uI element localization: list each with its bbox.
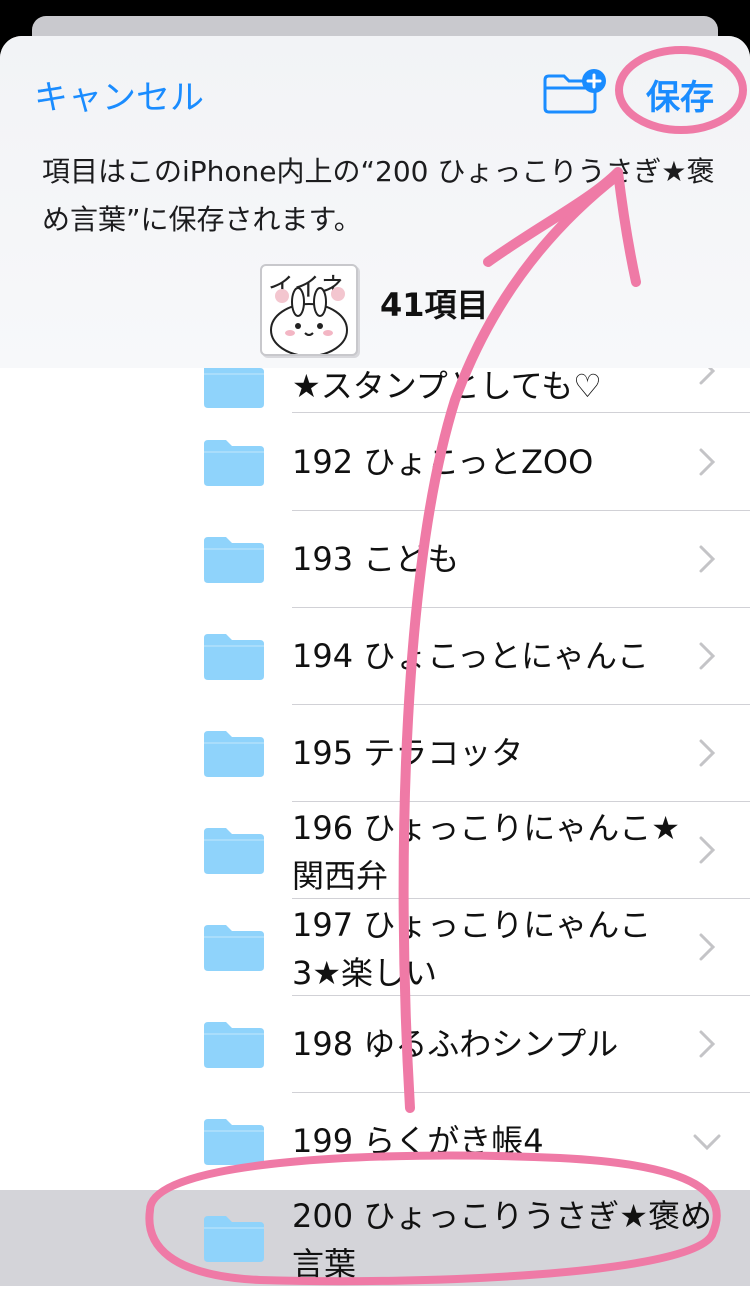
save-location-description: 項目はこのiPhone内上の“200 ひょっこりうさぎ★褒め言葉”に保存されます…	[42, 155, 715, 236]
folder-row[interactable]: 198 ゆるふわシンプル	[0, 996, 750, 1092]
folder-name: 192 ひょこっとZOO	[292, 443, 594, 481]
save-to-files-sheet: ★スタンプとしても♡ 192 ひょこっとZOO 193 こども 194 ひょこっ…	[0, 36, 750, 1291]
folder-name: 200 ひょっこりうさぎ★褒め言葉	[292, 1197, 712, 1283]
chevron-right-icon	[699, 1030, 716, 1058]
folder-icon	[204, 440, 264, 486]
folder-name: ★スタンプとしても♡	[292, 367, 602, 405]
folder-icon	[204, 925, 264, 971]
folder-row[interactable]: 195 テラコッタ	[0, 705, 750, 801]
folder-name: 197 ひょっこりにゃんこ3★楽しい	[292, 906, 652, 992]
folder-row[interactable]: 192 ひょこっとZOO	[0, 414, 750, 510]
folder-icon	[204, 731, 264, 777]
folder-row-selected[interactable]: 200 ひょっこりうさぎ★褒め言葉	[0, 1190, 750, 1286]
save-button[interactable]: 保存	[646, 70, 714, 119]
chevron-right-icon	[699, 642, 716, 670]
rabbit-sticker-image: イイネ	[268, 273, 348, 357]
item-thumbnail: イイネ	[260, 264, 358, 357]
folder-name: 194 ひょこっとにゃんこ	[292, 637, 650, 675]
folder-row[interactable]: 194 ひょこっとにゃんこ	[0, 608, 750, 704]
chevron-right-icon	[699, 836, 716, 864]
chevron-right-icon	[699, 545, 716, 573]
folder-name: 198 ゆるふわシンプル	[292, 1025, 619, 1063]
folder-icon	[204, 537, 264, 583]
cancel-button[interactable]: キャンセル	[34, 70, 204, 119]
folder-name: 199 らくがき帳4	[292, 1122, 544, 1160]
folder-name: 193 こども	[292, 540, 460, 578]
folder-row[interactable]: 196 ひょっこりにゃんこ★関西弁	[0, 802, 750, 898]
folder-row-expanded[interactable]: 199 らくがき帳4	[0, 1093, 750, 1189]
folder-icon	[204, 828, 264, 874]
chevron-right-icon	[699, 448, 716, 476]
folder-row[interactable]: 193 こども	[0, 511, 750, 607]
folder-name: 195 テラコッタ	[292, 734, 524, 772]
folder-row[interactable]: 197 ひょっこりにゃんこ3★楽しい	[0, 899, 750, 995]
folder-icon	[204, 1119, 264, 1165]
item-count: 41項目	[380, 286, 489, 324]
chevron-down-icon	[693, 1134, 721, 1151]
chevron-right-icon	[699, 739, 716, 767]
folder-plus-icon[interactable]	[542, 68, 608, 114]
folder-icon	[204, 1022, 264, 1068]
folder-icon	[204, 634, 264, 680]
row-separator	[292, 412, 750, 413]
folder-icon	[204, 1216, 264, 1262]
sheet-header: キャンセル 保存 項目はこのiPhone内上の“200 ひょっこりうさぎ★褒め言…	[0, 36, 750, 368]
chevron-right-icon	[699, 933, 716, 961]
folder-name: 196 ひょっこりにゃんこ★関西弁	[292, 809, 680, 895]
